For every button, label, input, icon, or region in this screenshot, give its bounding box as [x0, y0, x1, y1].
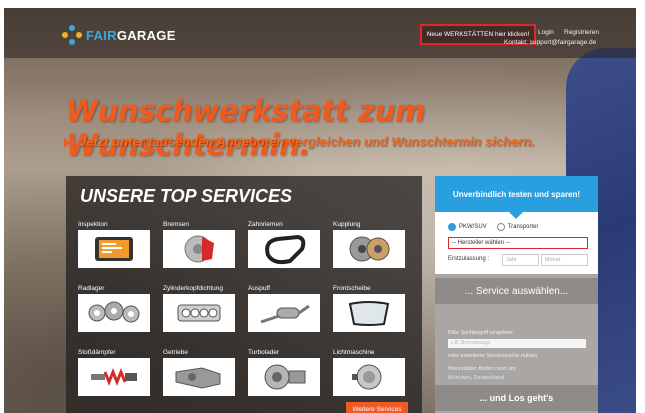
clutch-icon [333, 230, 405, 268]
workshop-location-label: Werkstätten finden rund um: [448, 366, 517, 372]
wheel-bearing-icon [78, 294, 150, 332]
page: FAIRGARAGE Neue WERKSTÄTTEN hier klicken… [4, 8, 636, 413]
service-label: Bremsen [163, 221, 190, 228]
service-label: Zahnriemen [248, 221, 283, 228]
hero-subline: Jetzt unter tausenden Angeboten vergleic… [79, 134, 535, 149]
year-input[interactable]: Jahr [502, 254, 539, 266]
booking-panel-title: Unverbindlich testen und sparen! [435, 176, 598, 219]
gearbox-icon [163, 358, 235, 396]
top-services-panel: UNSERE TOP SERVICES Inspektion Bremsen Z… [66, 176, 422, 413]
tablet-inspection-icon [78, 230, 150, 268]
service-label: Turbolader [248, 349, 280, 356]
service-tile-turbolader[interactable]: Turbolader [248, 348, 324, 396]
radio-transporter-label: Transporter [507, 224, 539, 230]
location-value[interactable]: München, Deutschland [448, 375, 504, 381]
exhaust-icon [248, 294, 320, 332]
logo-gear-icon [62, 25, 82, 45]
manufacturer-select[interactable]: -- Hersteller wählen -- [448, 237, 588, 249]
service-label: Stoßdämpfer [78, 349, 116, 356]
service-tile-auspuff[interactable]: Auspuff [248, 284, 324, 332]
registration-label: Erstzulassung : [448, 256, 490, 262]
service-tile-zylinderkopfdichtung[interactable]: Zylinderkopfdichtung [163, 284, 239, 332]
services-title: UNSERE TOP SERVICES [80, 186, 293, 206]
alternator-icon [333, 358, 405, 396]
hero-headline: Wunschwerkstatt zum Wunschtermin. [66, 94, 425, 162]
radio-pkw[interactable] [448, 223, 456, 231]
service-select-bar[interactable]: ... Service auswählen... [435, 278, 598, 304]
service-tile-getriebe[interactable]: Getriebe [163, 348, 239, 396]
search-label: Bitte Suchbegriff eingeben: [448, 330, 514, 336]
service-label: Zylinderkopfdichtung [163, 285, 223, 292]
service-label: Inspektion [78, 221, 108, 228]
logo[interactable]: FAIRGARAGE [62, 25, 176, 45]
logo-text: FAIRGARAGE [86, 27, 176, 43]
service-tile-lichtmaschine[interactable]: Lichtmaschine [333, 348, 409, 396]
windshield-icon [333, 294, 405, 332]
service-tile-radlager[interactable]: Radlager [78, 284, 154, 332]
service-tile-zahnriemen[interactable]: Zahnriemen [248, 220, 324, 268]
contact-text[interactable]: Kontakt: support@fairgarage.de [504, 39, 596, 46]
service-label: Getriebe [163, 349, 188, 356]
service-tile-stossdaempfer[interactable]: Stoßdämpfer [78, 348, 154, 396]
advanced-search-link[interactable]: oder erweiterte Servicesuche nutzen [448, 353, 537, 359]
service-tile-frontscheibe[interactable]: Frontscheibe [333, 284, 409, 332]
arrow-right-icon [64, 138, 70, 148]
service-label: Lichtmaschine [333, 349, 375, 356]
register-link[interactable]: Registrieren [564, 29, 599, 36]
service-tile-kupplung[interactable]: Kupplung [333, 220, 409, 268]
vehicle-type-radios: PKW/SUV Transporter [448, 223, 538, 231]
go-button[interactable]: ... und Los geht's [435, 385, 598, 411]
brake-disc-icon [163, 230, 235, 268]
service-tile-inspektion[interactable]: Inspektion [78, 220, 154, 268]
month-input[interactable]: Monat [541, 254, 588, 266]
service-label: Kupplung [333, 221, 361, 228]
timing-belt-icon [248, 230, 320, 268]
service-search-input[interactable]: z.B. Bremsbelage [448, 339, 586, 348]
login-link[interactable]: Login [538, 29, 554, 36]
radio-pkw-label: PKW/SUV [459, 224, 487, 230]
shock-absorber-icon [78, 358, 150, 396]
radio-transporter[interactable] [496, 223, 505, 231]
head-gasket-icon [163, 294, 235, 332]
service-label: Auspuff [248, 285, 270, 292]
service-search-area: ... Service auswählen... Bitte Suchbegri… [435, 274, 598, 413]
service-tile-bremsen[interactable]: Bremsen [163, 220, 239, 268]
more-services-button[interactable]: Weitere Services [346, 402, 408, 413]
booking-panel: Unverbindlich testen und sparen! PKW/SUV… [435, 176, 598, 413]
service-label: Frontscheibe [333, 285, 371, 292]
turbocharger-icon [248, 358, 320, 396]
top-bar: FAIRGARAGE Neue WERKSTÄTTEN hier klicken… [4, 8, 636, 58]
service-label: Radlager [78, 285, 105, 292]
